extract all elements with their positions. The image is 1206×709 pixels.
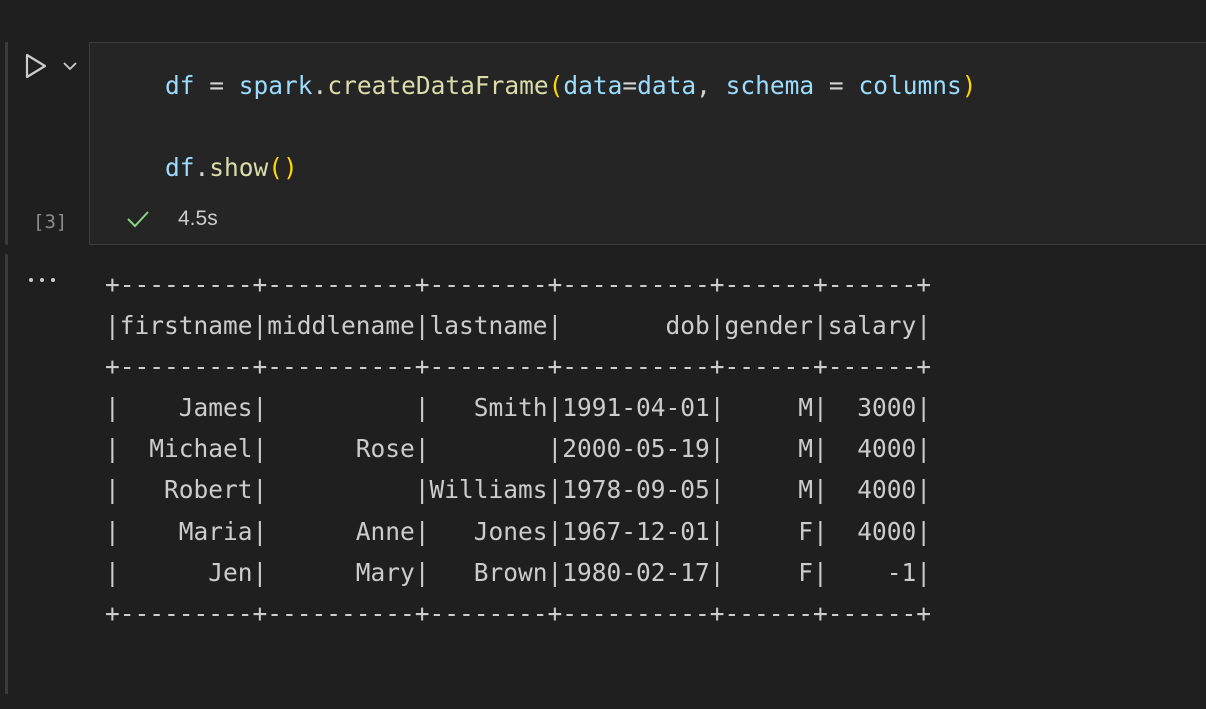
code-token: = — [622, 71, 638, 100]
table-border: +---------+----------+--------+---------… — [105, 270, 932, 299]
code-token: = — [814, 71, 859, 100]
execution-duration: 4.5s — [178, 207, 218, 230]
output-focus-bar — [5, 254, 8, 694]
code-token: createDataFrame — [327, 71, 549, 100]
table-row: | Robert| |Williams|1978-09-05| M| 4000| — [105, 475, 932, 505]
code-token: . — [312, 71, 328, 100]
code-token: columns — [858, 71, 962, 100]
code-token: spark — [238, 71, 313, 100]
code-token: , — [696, 71, 726, 100]
ellipsis-icon — [29, 278, 55, 282]
code-token: = — [194, 71, 239, 100]
code-editor[interactable]: df = spark.createDataFrame(data=data, sc… — [89, 42, 1206, 245]
run-options-dropdown[interactable] — [60, 56, 80, 76]
table-row: | Maria| Anne| Jones|1967-12-01| F| 4000… — [105, 516, 932, 546]
code-token: df — [165, 71, 195, 100]
run-cell-button[interactable] — [22, 52, 50, 80]
code-token: ( — [548, 71, 564, 100]
execution-count: [3] — [33, 211, 68, 233]
code-token: schema — [725, 71, 815, 100]
table-row: | Jen| Mary| Brown|1980-02-17| F| -1| — [105, 557, 932, 587]
code-token: data — [637, 71, 697, 100]
cell-output: +---------+----------+--------+---------… — [105, 264, 931, 634]
code-token: data — [563, 71, 623, 100]
table-border: +---------+----------+--------+---------… — [105, 598, 932, 628]
table-row: | Michael| Rose| |2000-05-19| M| 4000| — [105, 434, 932, 464]
code-line: df.show() — [165, 153, 298, 182]
output-more-actions[interactable] — [27, 270, 59, 290]
code-token: show — [209, 153, 269, 182]
table-border: +---------+----------+--------+---------… — [105, 352, 932, 382]
code-token: df — [165, 153, 195, 182]
code-token: () — [268, 153, 298, 182]
table-row: | James| | Smith|1991-04-01| M| 3000| — [105, 393, 932, 423]
notebook-view: [3] df = spark.createDataFrame(data=data… — [0, 0, 1206, 709]
check-icon — [125, 206, 151, 232]
play-icon — [25, 53, 47, 79]
code-line: df = spark.createDataFrame(data=data, sc… — [165, 71, 976, 100]
table-header: |firstname|middlename|lastname| dob|gend… — [105, 311, 932, 341]
cell-focus-bar — [5, 42, 8, 245]
code-token: . — [194, 153, 210, 182]
execution-status: 4.5s — [125, 206, 218, 232]
chevron-down-icon — [63, 62, 77, 71]
code-token: ) — [961, 71, 977, 100]
